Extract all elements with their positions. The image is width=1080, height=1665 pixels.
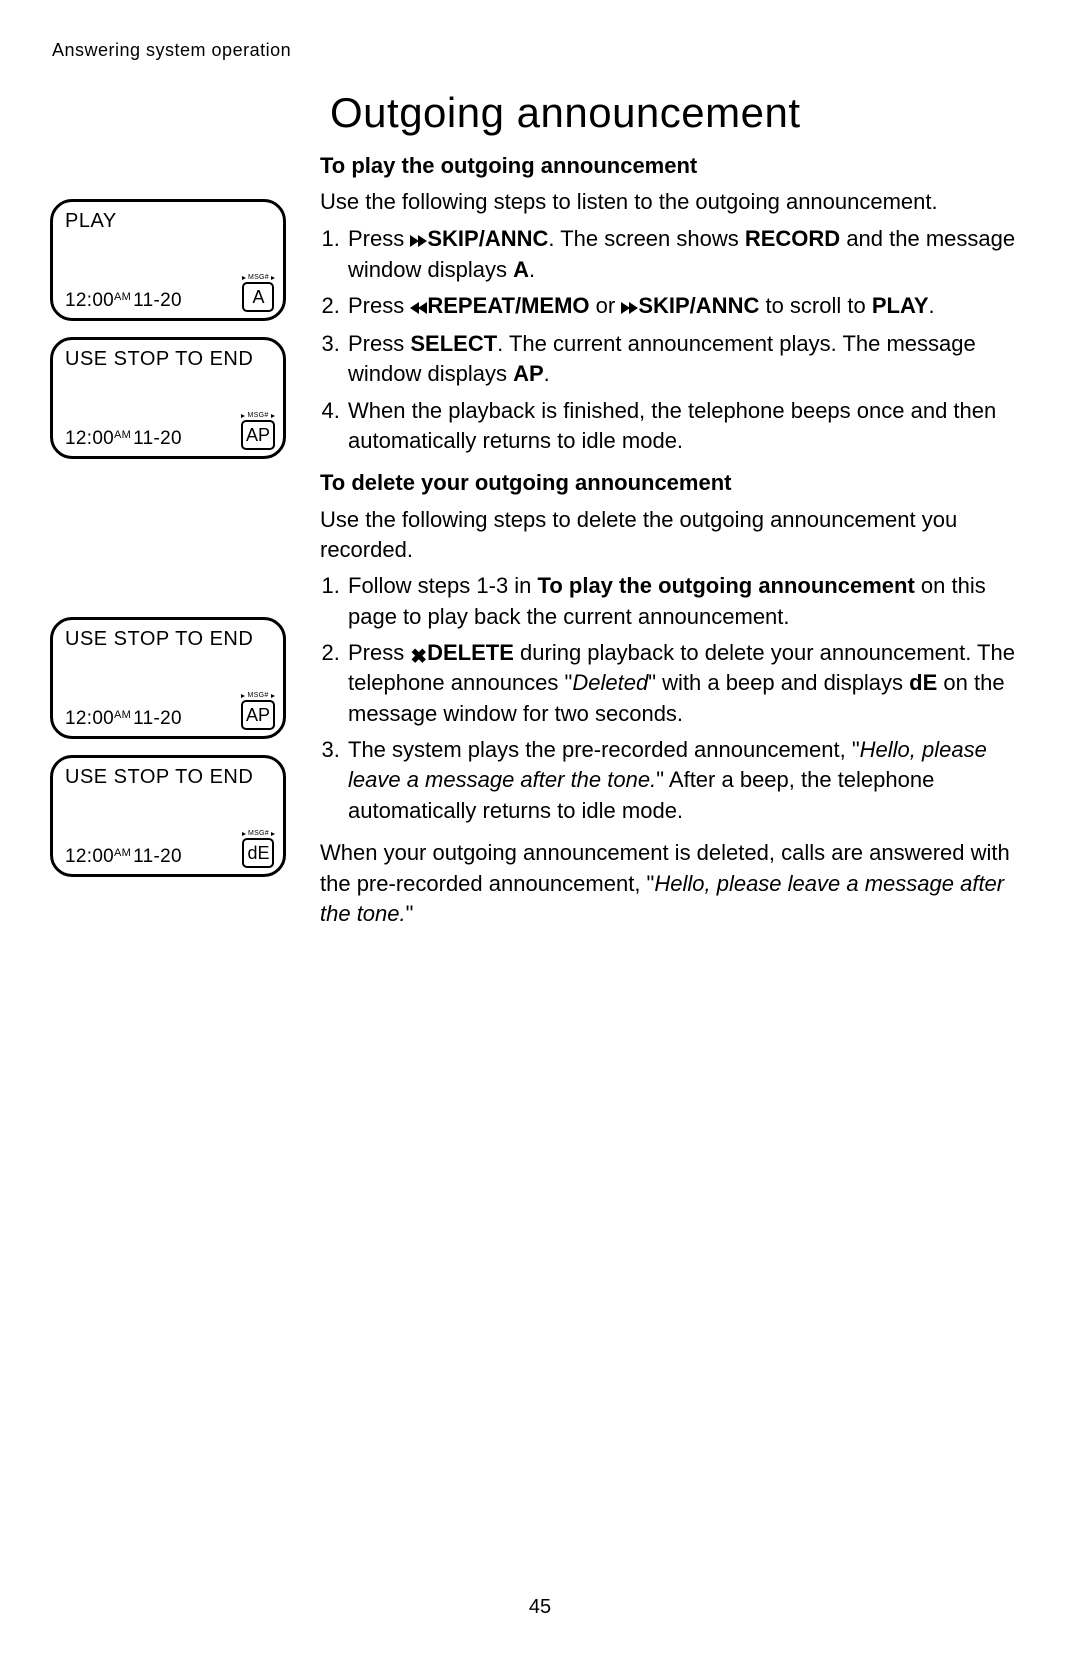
- lcd-screen-stop-2: USE STOP TO END 12:00AM11-20 MSG# AP: [50, 617, 286, 739]
- time-value: 12:00: [65, 708, 114, 730]
- ampm: AM: [114, 709, 131, 721]
- lcd-line1: USE STOP TO END: [65, 766, 273, 789]
- section-header: Answering system operation: [52, 40, 1020, 61]
- play-step-1: Press SKIP/ANNC. The screen shows RECORD…: [346, 224, 1020, 286]
- play-heading: To play the outgoing announcement: [320, 151, 1020, 181]
- ampm: AM: [114, 847, 131, 859]
- t: AP: [513, 361, 544, 386]
- lcd-time: 12:00AM11-20: [65, 428, 182, 450]
- t: SKIP/: [638, 293, 695, 318]
- t: Press: [348, 226, 410, 251]
- t: " with a beep and displays: [648, 670, 909, 695]
- lcd-time: 12:00AM11-20: [65, 290, 182, 312]
- lcd-screen-stop-1: USE STOP TO END 12:00AM11-20 MSG# AP: [50, 337, 286, 459]
- msg-label: MSG#: [241, 412, 274, 419]
- t: dE: [909, 670, 937, 695]
- t: Follow steps 1-3 in: [348, 573, 538, 598]
- msg-box-wrap: MSG# AP: [241, 692, 275, 730]
- date-value: 11-20: [133, 428, 182, 450]
- t: or: [590, 293, 622, 318]
- t: to scroll to: [759, 293, 871, 318]
- t: /ANNC: [479, 226, 549, 251]
- lcd-screen-play: PLAY 12:00AM11-20 MSG# A: [50, 199, 286, 321]
- fast-forward-icon: [621, 292, 638, 322]
- delete-step-1: Follow steps 1-3 in To play the outgoing…: [346, 571, 1020, 632]
- delete-steps: Follow steps 1-3 in To play the outgoing…: [320, 571, 1020, 826]
- msg-code: A: [242, 282, 274, 312]
- t: .: [529, 257, 535, 282]
- t: .: [544, 361, 550, 386]
- manual-page: Answering system operation Outgoing anno…: [0, 0, 1080, 1665]
- t: RECORD: [745, 226, 840, 251]
- t: To play the outgoing announcement: [538, 573, 915, 598]
- delete-step-3: The system plays the pre-recorded announ…: [346, 735, 1020, 826]
- rewind-icon: [410, 292, 427, 322]
- delete-intro: Use the following steps to delete the ou…: [320, 505, 1020, 566]
- msg-box-wrap: MSG# AP: [241, 412, 275, 450]
- msg-code: AP: [241, 700, 275, 730]
- time-value: 12:00: [65, 290, 114, 312]
- delete-heading: To delete your outgoing announcement: [320, 468, 1020, 498]
- t: DELETE: [427, 640, 514, 665]
- content-row: PLAY 12:00AM11-20 MSG# A USE STOP TO END…: [50, 143, 1020, 935]
- page-number: 45: [0, 1596, 1080, 1619]
- date-value: 11-20: [133, 290, 182, 312]
- t: Press: [348, 331, 410, 356]
- lcd-line1: USE STOP TO END: [65, 628, 273, 651]
- play-step-2: Press REPEAT/MEMO or SKIP/ANNC to scroll…: [346, 291, 1020, 322]
- date-value: 11-20: [133, 708, 182, 730]
- t: The system plays the pre-recorded announ…: [348, 737, 860, 762]
- delete-step-2: Press ✖DELETE during playback to delete …: [346, 638, 1020, 729]
- msg-label: MSG#: [241, 692, 274, 699]
- fast-forward-icon: [410, 225, 427, 255]
- t: Deleted: [572, 670, 648, 695]
- t: A: [513, 257, 529, 282]
- t: ANNC: [696, 293, 760, 318]
- instructions-column: To play the outgoing announcement Use th…: [320, 143, 1020, 935]
- lcd-time: 12:00AM11-20: [65, 708, 182, 730]
- t: SKIP: [427, 226, 478, 251]
- lcd-screen-de: USE STOP TO END 12:00AM11-20 MSG# dE: [50, 755, 286, 877]
- date-value: 11-20: [133, 846, 182, 868]
- time-value: 12:00: [65, 846, 114, 868]
- ampm: AM: [114, 291, 131, 303]
- t: Press: [348, 293, 410, 318]
- msg-box-wrap: MSG# dE: [242, 830, 275, 868]
- lcd-line1: USE STOP TO END: [65, 348, 273, 371]
- t: PLAY: [872, 293, 929, 318]
- t: . The screen shows: [548, 226, 744, 251]
- ampm: AM: [114, 429, 131, 441]
- msg-code: dE: [242, 838, 274, 868]
- play-intro: Use the following steps to listen to the…: [320, 187, 1020, 217]
- msg-box-wrap: MSG# A: [242, 274, 275, 312]
- t: MEMO: [521, 293, 589, 318]
- lcd-time: 12:00AM11-20: [65, 846, 182, 868]
- t: SELECT: [410, 331, 497, 356]
- lcd-line1: PLAY: [65, 210, 273, 233]
- time-value: 12:00: [65, 428, 114, 450]
- t: Press: [348, 640, 410, 665]
- play-steps: Press SKIP/ANNC. The screen shows RECORD…: [320, 224, 1020, 457]
- t: ": [406, 901, 414, 926]
- play-step-3: Press SELECT. The current announcement p…: [346, 329, 1020, 390]
- msg-label: MSG#: [242, 830, 275, 837]
- msg-code: AP: [241, 420, 275, 450]
- page-title: Outgoing announcement: [330, 89, 1020, 137]
- play-step-4: When the playback is finished, the telep…: [346, 396, 1020, 457]
- t: REPEAT/: [427, 293, 521, 318]
- delete-outro: When your outgoing announcement is delet…: [320, 838, 1020, 929]
- t: .: [929, 293, 935, 318]
- lcd-column: PLAY 12:00AM11-20 MSG# A USE STOP TO END…: [50, 143, 296, 935]
- msg-label: MSG#: [242, 274, 275, 281]
